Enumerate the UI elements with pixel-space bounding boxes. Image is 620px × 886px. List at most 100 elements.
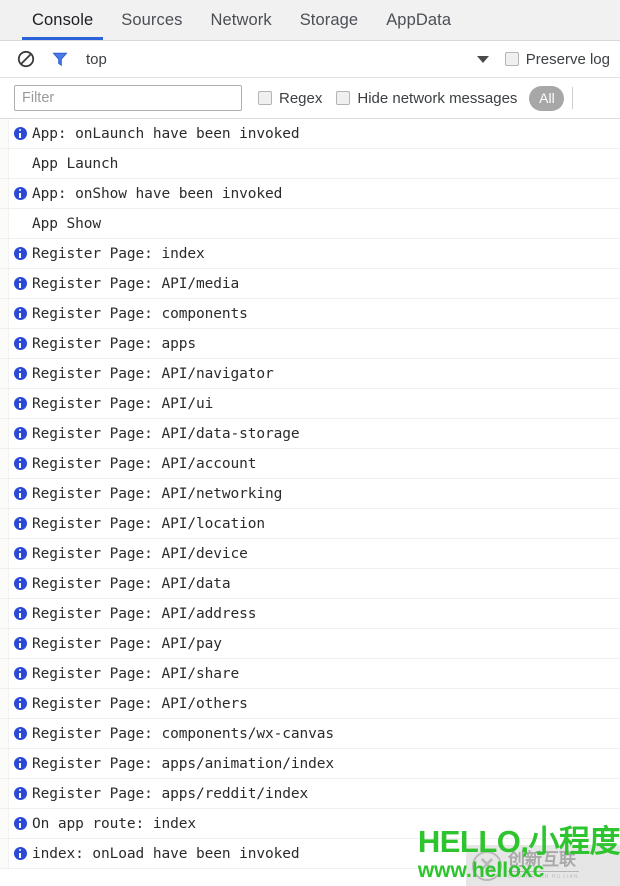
console-log-list[interactable]: App: onLaunch have been invoked App Launc… <box>0 119 620 886</box>
console-log-row[interactable]: Register Page: API/data-storage <box>0 419 620 449</box>
console-log-row[interactable]: Register Page: components/wx-canvas <box>0 719 620 749</box>
log-level-icon-wrap <box>8 337 32 350</box>
console-log-row[interactable]: Register Page: API/location <box>0 509 620 539</box>
console-log-row[interactable]: App Launch <box>0 149 620 179</box>
console-log-row[interactable]: Register Page: API/others <box>0 689 620 719</box>
execution-context-label: top <box>86 50 107 68</box>
watermark-brand-en: CHUANG XIN HU LIAN <box>508 873 579 880</box>
watermark-logo: ✕ 创新互联 CHUANG XIN HU LIAN <box>466 845 620 886</box>
log-level-icon-wrap <box>8 757 32 770</box>
console-log-text: index: onLoad have been invoked <box>32 845 300 862</box>
console-log-text: App Launch <box>32 155 119 172</box>
console-log-row[interactable]: Register Page: API/ui <box>0 389 620 419</box>
watermark-brand: 创新互联 CHUANG XIN HU LIAN <box>508 850 579 881</box>
info-icon <box>13 547 27 560</box>
regex-checkbox-box[interactable] <box>258 91 272 105</box>
console-toolbar: top Preserve log <box>0 41 620 78</box>
tab-network[interactable]: Network <box>196 0 285 40</box>
console-log-row[interactable]: Register Page: apps/reddit/index <box>0 779 620 809</box>
tab-storage[interactable]: Storage <box>286 0 373 40</box>
log-level-icon-wrap <box>8 517 32 530</box>
console-log-row[interactable]: Register Page: API/device <box>0 539 620 569</box>
clear-console-button[interactable] <box>14 47 38 71</box>
console-log-row[interactable]: Register Page: API/share <box>0 659 620 689</box>
info-icon <box>13 457 27 470</box>
info-icon <box>13 697 27 710</box>
console-log-text: Register Page: index <box>32 245 205 262</box>
console-log-text: Register Page: API/navigator <box>32 365 274 382</box>
chevron-down-icon[interactable] <box>476 55 489 63</box>
log-level-icon-wrap <box>8 427 32 440</box>
console-log-row[interactable]: Register Page: API/address <box>0 599 620 629</box>
console-log-row[interactable]: Register Page: index <box>0 239 620 269</box>
log-level-icon-wrap <box>8 247 32 260</box>
console-log-text: Register Page: components <box>32 305 248 322</box>
console-log-text: Register Page: API/ui <box>32 395 214 412</box>
info-icon <box>13 787 27 800</box>
console-log-row[interactable]: Register Page: API/data <box>0 569 620 599</box>
tab-appdata-label: AppData <box>386 10 452 29</box>
preserve-log-checkbox-box[interactable] <box>504 52 519 66</box>
console-log-row[interactable]: Register Page: apps <box>0 329 620 359</box>
console-log-row[interactable]: Register Page: apps/animation/index <box>0 749 620 779</box>
console-log-row[interactable]: Register Page: API/navigator <box>0 359 620 389</box>
preserve-log-checkbox[interactable]: Preserve log <box>504 51 610 68</box>
console-log-row[interactable]: App: onLaunch have been invoked <box>0 119 620 149</box>
console-log-text: Register Page: API/location <box>32 515 266 532</box>
tab-network-label: Network <box>210 10 272 29</box>
tab-appdata[interactable]: AppData <box>372 0 465 40</box>
log-level-icon-wrap <box>8 787 32 800</box>
hide-network-messages-checkbox-box[interactable] <box>336 91 351 105</box>
log-level-icon-wrap <box>8 577 32 590</box>
info-icon <box>13 187 27 200</box>
log-level-icon-wrap <box>8 667 32 680</box>
info-icon <box>13 127 27 140</box>
console-log-row[interactable]: Register Page: API/media <box>0 269 620 299</box>
console-log-row[interactable]: App: onShow have been invoked <box>0 179 620 209</box>
console-filterbar: Regex Hide network messages All <box>0 78 620 119</box>
filter-toggle-button[interactable] <box>48 47 72 71</box>
info-icon <box>13 577 27 590</box>
hide-network-messages-checkbox[interactable]: Hide network messages <box>336 90 517 107</box>
log-level-filter-all-label: All <box>539 90 555 106</box>
info-icon <box>13 607 27 620</box>
tab-sources[interactable]: Sources <box>107 0 196 40</box>
log-level-icon-wrap <box>8 127 32 140</box>
log-level-icon-wrap <box>8 457 32 470</box>
log-level-icon-wrap <box>8 307 32 320</box>
clear-console-icon <box>17 50 35 68</box>
console-log-row[interactable]: Register Page: API/pay <box>0 629 620 659</box>
devtools-panel: Console Sources Network Storage AppData <box>0 0 620 886</box>
log-level-icon-wrap <box>8 187 32 200</box>
log-level-icon-wrap <box>8 607 32 620</box>
info-icon <box>13 727 27 740</box>
console-log-text: Register Page: API/pay <box>32 635 222 652</box>
console-log-row[interactable]: Register Page: components <box>0 299 620 329</box>
execution-context-selector[interactable]: top <box>86 51 107 68</box>
watermark-brand-cn: 创新互联 <box>508 850 579 872</box>
console-log-row[interactable]: Register Page: API/networking <box>0 479 620 509</box>
watermark-x-icon: ✕ <box>472 850 502 881</box>
console-log-text: Register Page: apps/animation/index <box>32 755 335 772</box>
info-icon <box>13 367 27 380</box>
console-log-row[interactable]: On app route: index <box>0 809 620 839</box>
info-icon <box>13 637 27 650</box>
log-level-icon-wrap <box>8 847 32 860</box>
console-log-text: Register Page: apps <box>32 335 196 352</box>
log-level-filter-all[interactable]: All <box>529 85 565 111</box>
console-log-text: App: onLaunch have been invoked <box>32 125 300 142</box>
regex-checkbox[interactable]: Regex <box>258 90 322 107</box>
console-log-row[interactable]: App Show <box>0 209 620 239</box>
filter-input[interactable] <box>14 85 242 111</box>
log-level-icon-wrap <box>8 547 32 560</box>
info-icon <box>13 487 27 500</box>
log-level-icon-wrap <box>8 697 32 710</box>
console-log-text: Register Page: apps/reddit/index <box>32 785 309 802</box>
console-log-text: Register Page: API/networking <box>32 485 283 502</box>
info-icon <box>13 277 27 290</box>
console-log-text: Register Page: API/others <box>32 695 248 712</box>
info-icon <box>13 847 27 860</box>
tab-console[interactable]: Console <box>18 0 107 40</box>
console-log-row[interactable]: Register Page: API/account <box>0 449 620 479</box>
info-icon <box>13 817 27 830</box>
